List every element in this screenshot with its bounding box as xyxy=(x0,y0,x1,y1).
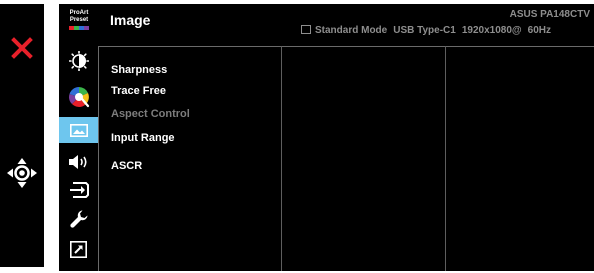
image-icon xyxy=(70,123,88,137)
header-divider xyxy=(99,46,594,47)
proart-line-1: ProArt xyxy=(69,10,89,16)
menu-item-input-range[interactable]: Input Range xyxy=(111,132,175,144)
osd-control-strip xyxy=(0,4,44,267)
proart-preset-label[interactable]: ProArt Preset xyxy=(59,10,99,24)
close-icon[interactable] xyxy=(11,37,33,59)
proart-line-2: Preset xyxy=(69,17,89,23)
status-input: USB Type-C1 xyxy=(393,25,456,36)
menu-item-ascr[interactable]: ASCR xyxy=(111,160,142,172)
dpad-icon[interactable] xyxy=(7,158,37,188)
menu-item-trace-free[interactable]: Trace Free xyxy=(111,85,166,97)
status-resolution: 1920x1080@ xyxy=(461,25,522,36)
shortcut-icon xyxy=(70,240,87,258)
menu-item-aspect-control: Aspect Control xyxy=(111,108,190,120)
status-mode: Standard Mode xyxy=(315,25,388,36)
wrench-icon xyxy=(69,210,87,228)
column-divider-2 xyxy=(445,46,446,271)
input-icon xyxy=(69,182,89,198)
status-refresh: 60Hz xyxy=(527,25,552,36)
nav-image[interactable] xyxy=(59,117,99,143)
model-name: ASUS PA148CTV xyxy=(509,9,590,20)
sun-icon xyxy=(68,51,89,71)
osd-panel: ProArt Preset Image ASUS PA148CTV Standa… xyxy=(59,4,594,271)
nav-brightness[interactable] xyxy=(59,48,98,74)
monitor-mode-icon xyxy=(301,25,311,34)
nav-sound[interactable] xyxy=(59,149,98,175)
color-wheel-icon xyxy=(68,87,89,108)
rail-divider xyxy=(98,46,99,271)
nav-shortcut[interactable] xyxy=(59,236,98,262)
nav-system-setup[interactable] xyxy=(59,206,98,232)
nav-color[interactable] xyxy=(59,84,98,110)
nav-input-select[interactable] xyxy=(59,177,98,203)
osd-icon-rail: ProArt Preset xyxy=(59,4,99,271)
page-title: Image xyxy=(110,12,151,28)
proart-color-bar xyxy=(69,26,89,30)
column-divider-1 xyxy=(281,46,282,271)
menu-item-sharpness[interactable]: Sharpness xyxy=(111,64,167,76)
speaker-icon xyxy=(68,155,87,169)
status-bar: Standard Mode USB Type-C1 1920x1080@ 60Hz xyxy=(301,25,594,36)
